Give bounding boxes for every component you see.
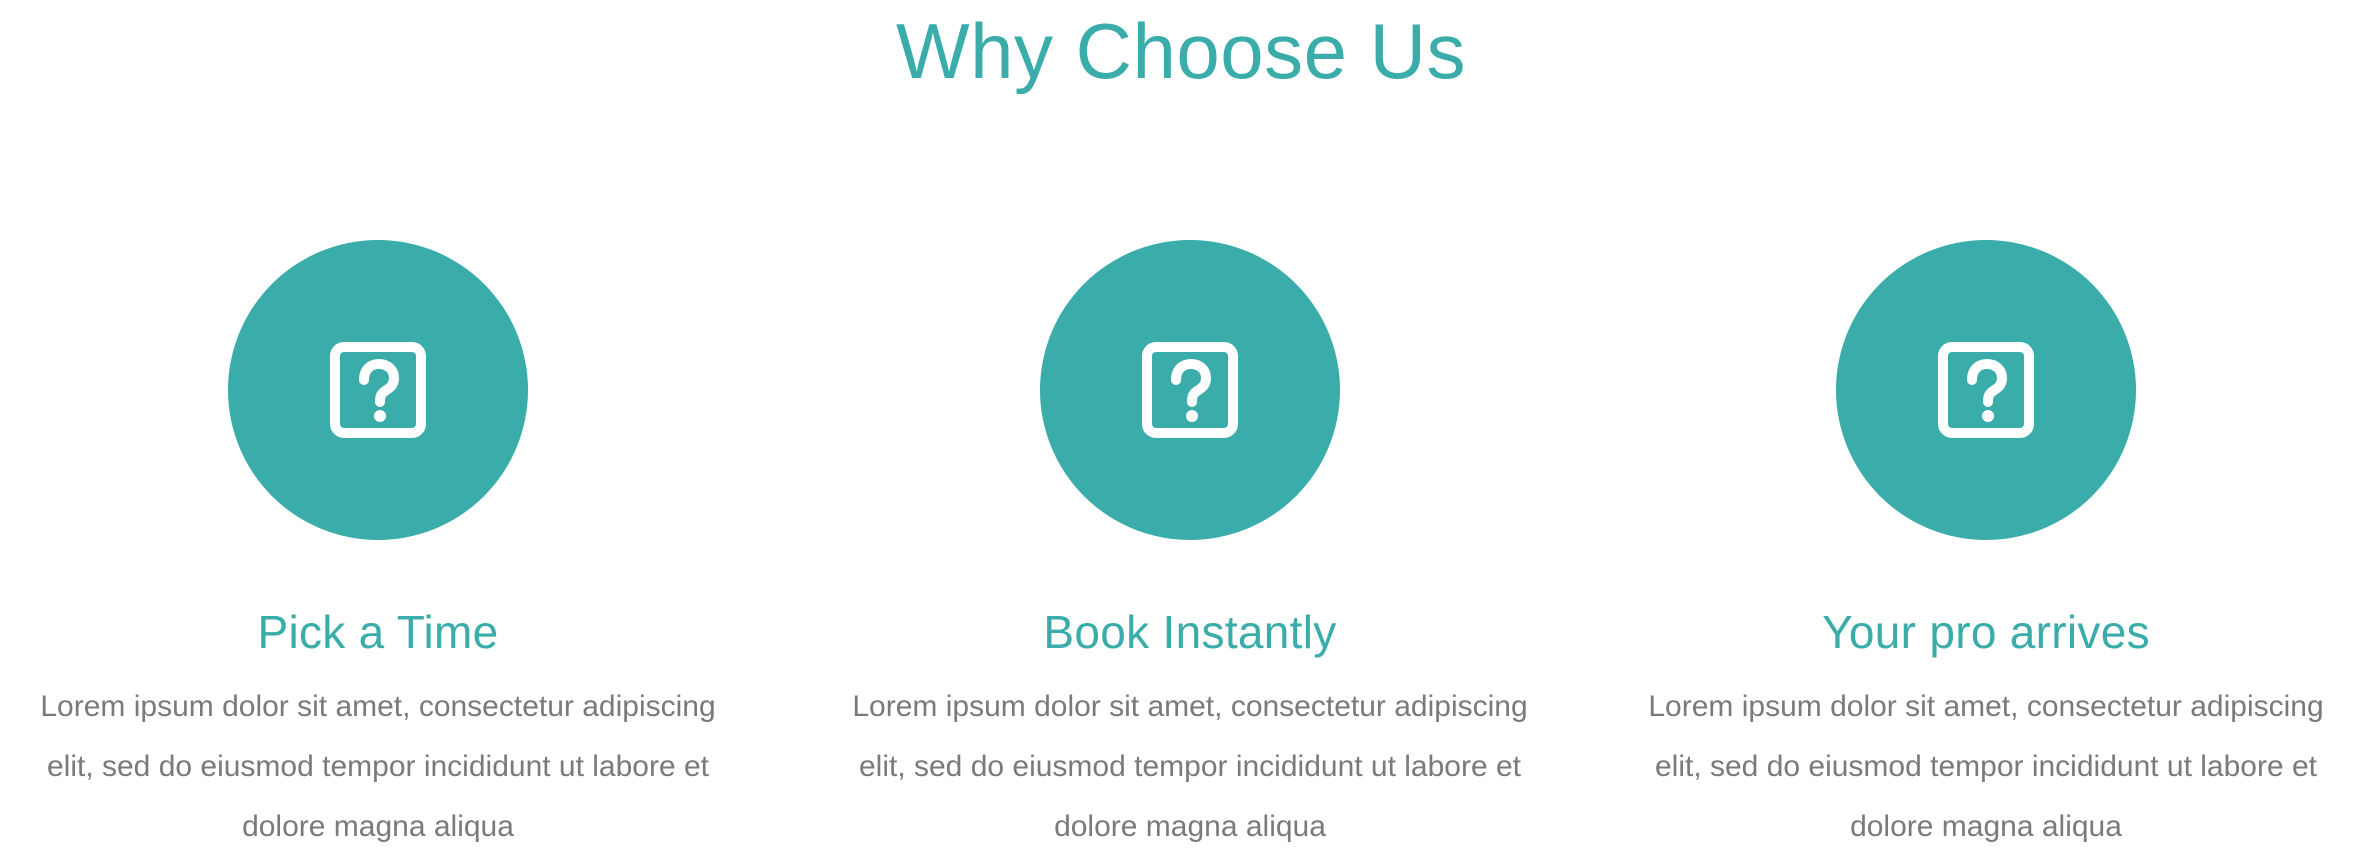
- question-mark-square-icon: [1142, 342, 1238, 438]
- feature-description: Lorem ipsum dolor sit amet, consectetur …: [1648, 689, 2324, 843]
- question-mark-square-icon: [1938, 342, 2034, 438]
- feature-title: Pick a Time: [257, 606, 499, 658]
- feature-icon-circle: [1836, 240, 2136, 540]
- feature-description: Lorem ipsum dolor sit amet, consectetur …: [852, 689, 1528, 843]
- question-mark-square-icon: [330, 342, 426, 438]
- features-row: Pick a Time Lorem ipsum dolor sit amet, …: [0, 240, 2362, 866]
- feature-title: Your pro arrives: [1822, 606, 2150, 658]
- feature-icon-circle: [1040, 240, 1340, 540]
- feature-description: Lorem ipsum dolor sit amet, consectetur …: [40, 689, 716, 843]
- feature-card-book-instantly: Book Instantly Lorem ipsum dolor sit ame…: [830, 240, 1550, 857]
- feature-icon-circle: [228, 240, 528, 540]
- feature-card-pick-a-time: Pick a Time Lorem ipsum dolor sit amet, …: [18, 240, 738, 857]
- feature-title: Book Instantly: [1043, 606, 1337, 658]
- section-title: Why Choose Us: [895, 7, 1467, 95]
- feature-card-your-pro-arrives: Your pro arrives Lorem ipsum dolor sit a…: [1626, 240, 2346, 857]
